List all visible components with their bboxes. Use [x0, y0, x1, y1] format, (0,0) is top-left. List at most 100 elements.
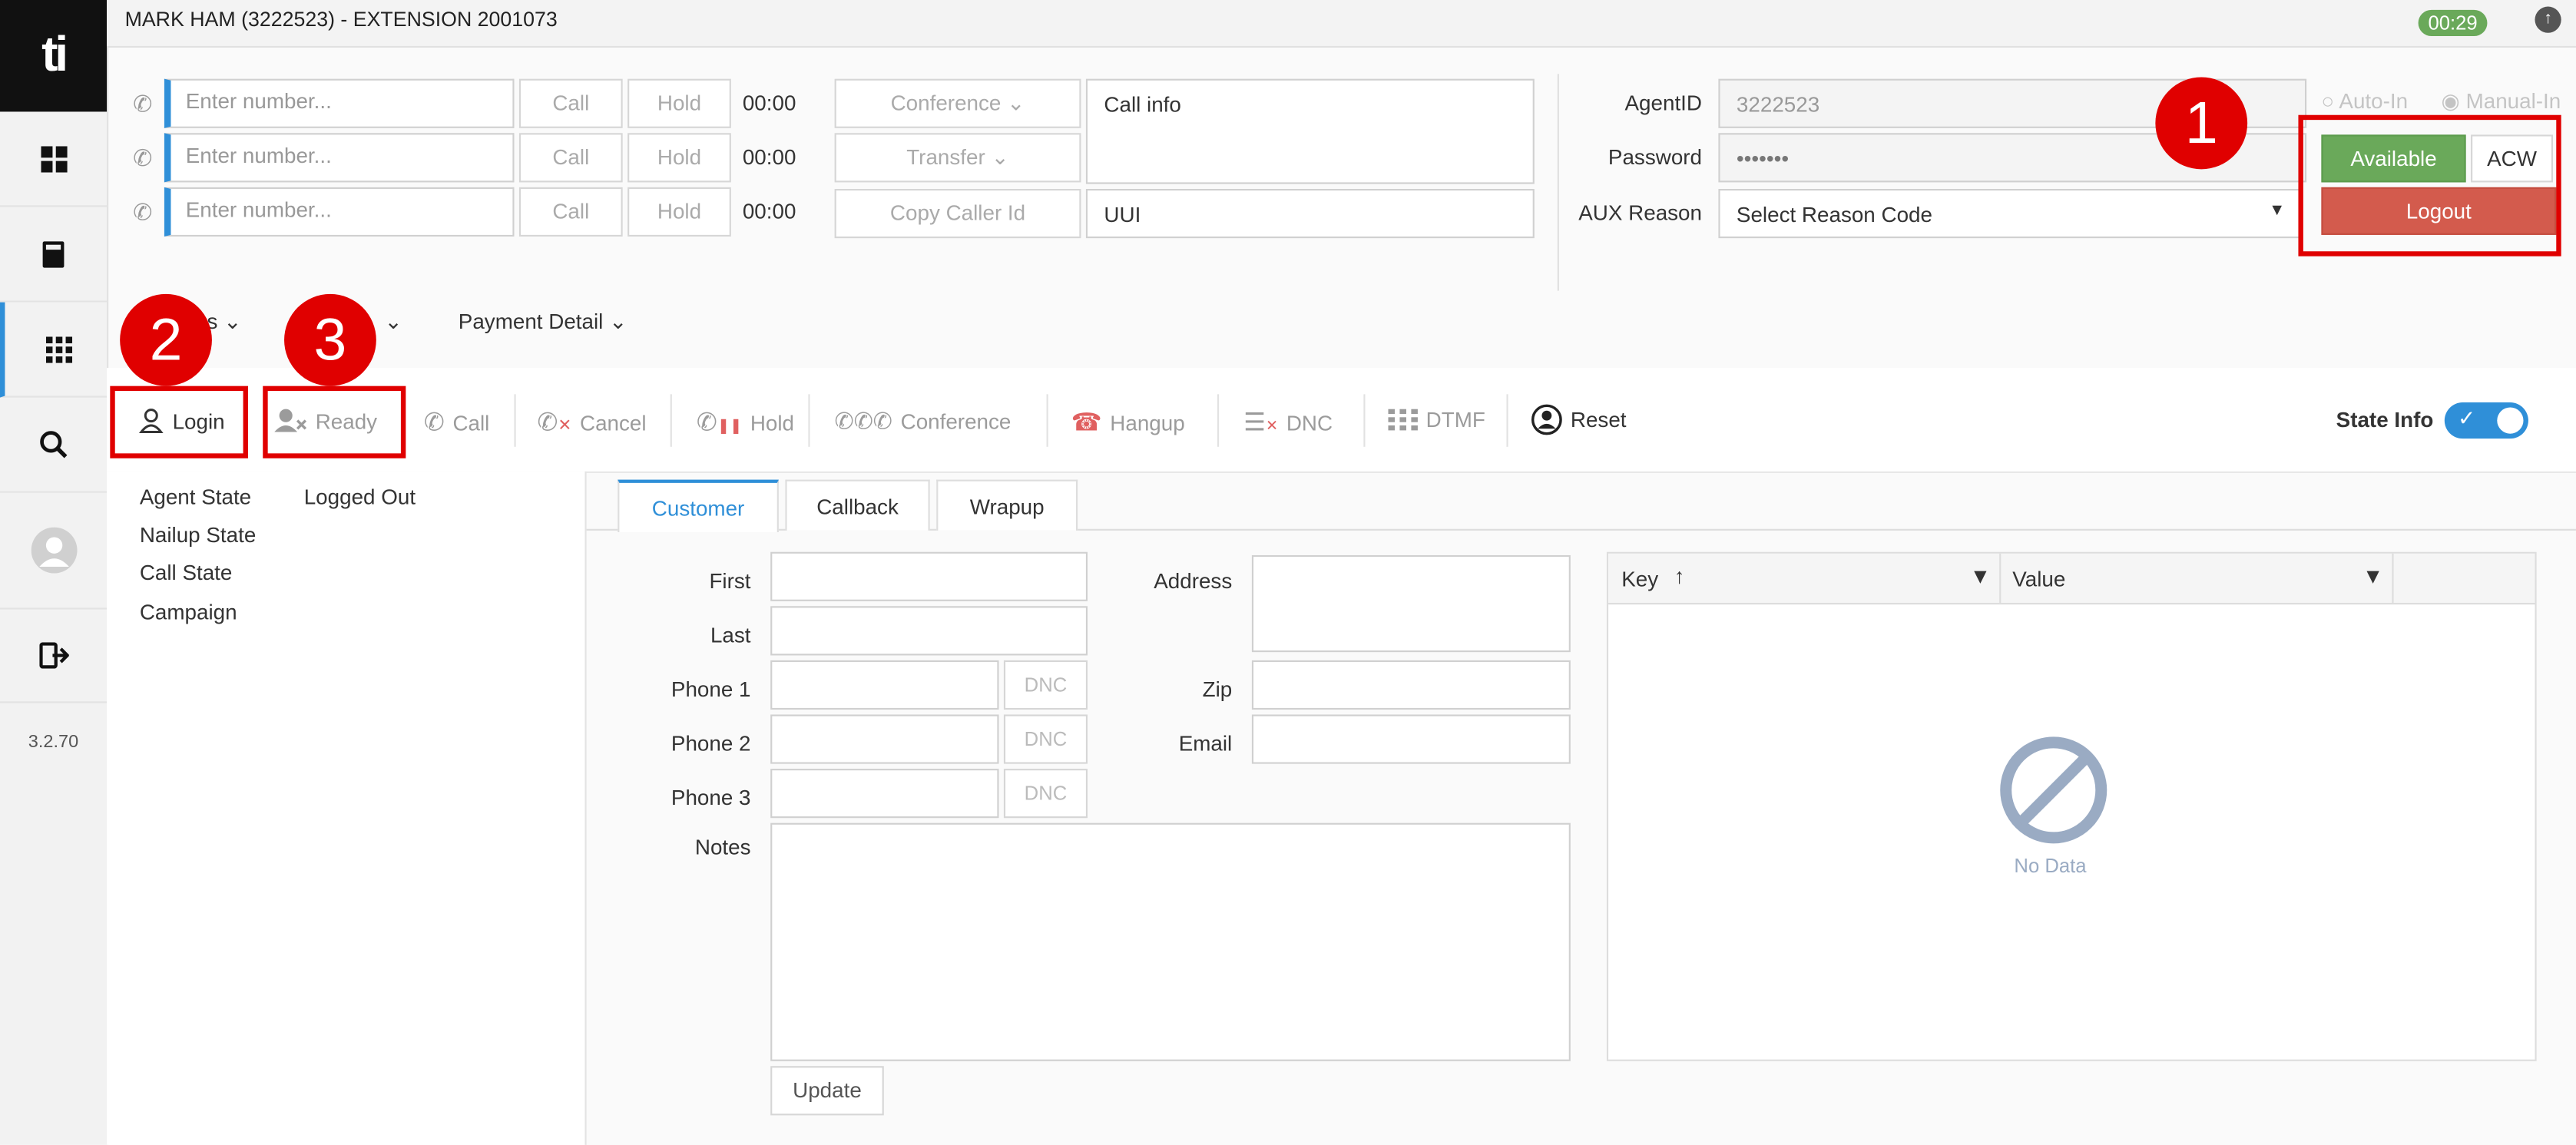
email-label: Email [1178, 730, 1233, 756]
value-column-header[interactable]: Value [2012, 567, 2065, 591]
toolbar-conference-button[interactable]: ✆✆✆ Conference [835, 407, 1012, 435]
phone-icon: ✆ [133, 90, 153, 117]
sort-asc-icon[interactable]: ↑ [1674, 564, 1685, 588]
last-name-input[interactable] [770, 606, 1088, 656]
phone1-dnc-button[interactable]: DNC [1003, 660, 1088, 710]
first-name-input[interactable] [770, 551, 1088, 601]
nailup-state-label: Nailup State [139, 522, 257, 548]
phone2-label: Phone 2 [670, 730, 751, 756]
toolbar-call-button[interactable]: ✆ Call [424, 407, 490, 437]
tab-callback[interactable]: Callback [785, 479, 930, 531]
aux-reason-select[interactable]: Select Reason Code ▼ [1718, 188, 2300, 239]
state-info-toggle[interactable]: ✓ [2444, 402, 2528, 439]
divider [1557, 74, 1559, 291]
arrow-up-icon[interactable]: ↑ [2535, 6, 2561, 33]
hangup-button[interactable]: ☎ Hangup [1071, 407, 1185, 437]
chevron-down-icon[interactable]: ⌄ [385, 309, 402, 335]
line-timer-3: 00:00 [742, 198, 796, 223]
auto-in-radio[interactable]: ○ Auto-In [2321, 89, 2408, 114]
phone1-input[interactable] [770, 660, 999, 710]
no-data-icon [2000, 736, 2107, 844]
phone-cancel-icon: ✆✕ [537, 409, 572, 437]
divider [514, 394, 516, 447]
transfer-dropdown[interactable]: Transfer ⌄ [834, 133, 1081, 183]
toggle-knob [2497, 407, 2524, 434]
aux-reason-label: AUX Reason [1578, 200, 1703, 226]
aux-reason-value: Select Reason Code [1736, 202, 1932, 227]
conference-dropdown[interactable]: Conference ⌄ [834, 78, 1081, 128]
phone-pause-icon: ✆❚❚ [696, 409, 743, 437]
uui-field[interactable]: UUI [1085, 188, 1535, 239]
call-button-3[interactable]: Call [518, 187, 623, 237]
copy-caller-id-button[interactable]: Copy Caller Id [834, 188, 1081, 239]
annotation-box-3 [263, 386, 406, 458]
app-logo: ti [0, 0, 108, 112]
call-button-2[interactable]: Call [518, 133, 623, 183]
phone2-input[interactable] [770, 714, 999, 764]
grid-header [1608, 553, 2535, 605]
divider [670, 394, 672, 447]
password-label: Password [1608, 144, 1703, 170]
divider [1217, 394, 1220, 447]
campaign-label: Campaign [139, 599, 237, 624]
search-icon[interactable] [0, 398, 108, 493]
apps-grid-icon[interactable] [0, 302, 112, 398]
conference-label: Conference [900, 409, 1012, 434]
section-toggle-1[interactable]: s ⌄ [207, 309, 242, 335]
session-timer: 00:29 [2418, 9, 2488, 37]
tab-wrapup[interactable]: Wrapup [936, 479, 1078, 531]
number-input-1[interactable]: Enter number... [164, 78, 515, 128]
dtmf-label: DTMF [1425, 407, 1485, 432]
filter-icon[interactable]: ▼ [2362, 564, 2384, 588]
cancel-label: Cancel [580, 409, 647, 435]
divider [1506, 394, 1508, 447]
call-info-field[interactable]: Call info [1085, 78, 1535, 184]
toolbar-hold-button[interactable]: ✆❚❚ Hold [697, 407, 794, 437]
reset-button[interactable]: Reset [1531, 404, 1627, 435]
payment-detail-label: Payment Detail [458, 309, 604, 334]
tab-customer[interactable]: Customer [618, 479, 779, 533]
conference-label: Conference [890, 90, 1002, 115]
payment-detail-toggle[interactable]: Payment Detail ⌄ [459, 309, 627, 335]
number-input-3[interactable]: Enter number... [164, 187, 515, 237]
phone-icon: ✆ [133, 198, 153, 226]
cancel-button[interactable]: ✆✕ Cancel [537, 407, 646, 437]
phone2-dnc-button[interactable]: DNC [1003, 714, 1088, 764]
number-input-2[interactable]: Enter number... [164, 133, 515, 183]
avatar[interactable] [0, 493, 108, 610]
annotation-badge-3: 3 [284, 293, 376, 386]
filter-icon[interactable]: ▼ [1970, 564, 1992, 588]
phone3-input[interactable] [770, 769, 999, 819]
book-icon[interactable] [0, 207, 108, 303]
hold-button-3[interactable]: Hold [627, 187, 731, 237]
dtmf-button[interactable]: DTMF [1388, 407, 1485, 432]
notes-textarea[interactable] [770, 822, 1571, 1061]
hold-button-1[interactable]: Hold [627, 78, 731, 128]
page-title: MARK HAM (3222523) - EXTENSION 2001073 [124, 8, 558, 31]
update-button[interactable]: Update [770, 1066, 884, 1116]
agentid-label: AgentID [1624, 90, 1703, 115]
sidebar: ti 3.2.70 [0, 0, 112, 1145]
phone3-dnc-button[interactable]: DNC [1003, 769, 1088, 819]
dashboard-icon[interactable] [0, 111, 108, 207]
state-info-label: State Info [2336, 407, 2434, 432]
call-button-1[interactable]: Call [518, 78, 623, 128]
transfer-label: Transfer [906, 144, 985, 170]
reset-user-icon [1531, 404, 1562, 435]
manual-in-radio[interactable]: ◉ Manual-In [2442, 89, 2561, 115]
annotation-box-1 [2298, 114, 2561, 256]
divider [808, 394, 810, 447]
zip-input[interactable] [1251, 660, 1571, 710]
version-label: 3.2.70 [28, 732, 79, 753]
address-textarea[interactable] [1251, 554, 1571, 653]
sign-out-icon[interactable] [0, 607, 108, 703]
agent-state-value: Logged Out [303, 485, 416, 510]
hold-button-2[interactable]: Hold [627, 133, 731, 183]
annotation-badge-1: 1 [2155, 77, 2248, 170]
list-cancel-icon: ☰✕ [1243, 409, 1279, 437]
divider [2392, 553, 2394, 604]
key-column-header[interactable]: Key [1621, 567, 1658, 591]
email-input[interactable] [1251, 714, 1571, 764]
dnc-button[interactable]: ☰✕ DNC [1243, 407, 1333, 437]
phone1-label: Phone 1 [670, 677, 751, 702]
